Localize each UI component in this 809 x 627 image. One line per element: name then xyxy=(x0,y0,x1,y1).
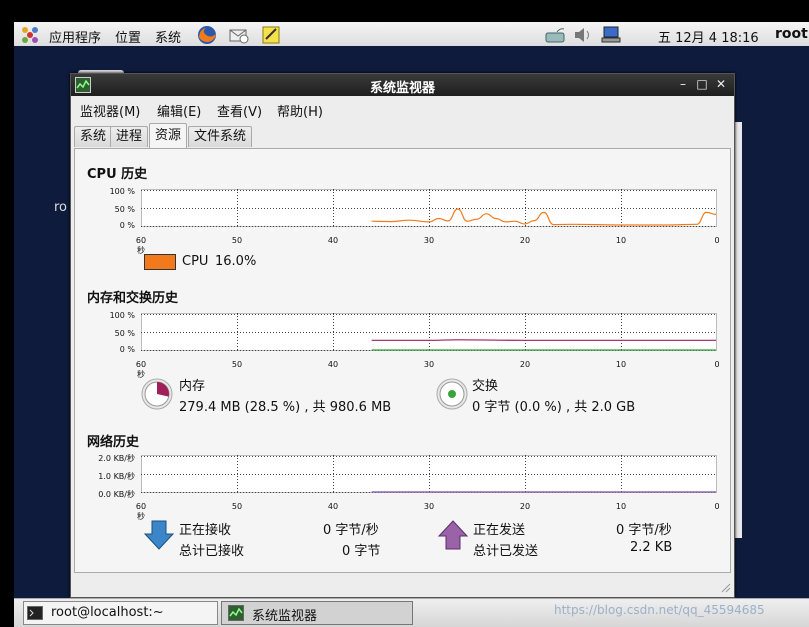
menu-monitor[interactable]: 监视器(M) xyxy=(80,101,140,120)
x-tick-label: 0 xyxy=(714,360,720,369)
network-history-chart xyxy=(141,455,717,493)
memory-history-title: 内存和交换历史 xyxy=(87,291,179,306)
swap-pie-icon[interactable] xyxy=(436,378,468,410)
tab-bar: 系统 进程 资源 文件系统 xyxy=(71,122,734,148)
total-received-value: 0 字节 xyxy=(342,544,381,559)
taskbar-item-label: 系统监视器 xyxy=(252,609,318,624)
network-manager-icon[interactable] xyxy=(544,25,566,45)
desktop-partial-text: ro xyxy=(54,200,68,215)
x-tick-label: 30 xyxy=(423,236,435,245)
cpu-color-swatch[interactable] xyxy=(144,254,176,270)
menu-edit[interactable]: 编辑(E) xyxy=(157,101,201,120)
taskbar-item-system-monitor[interactable]: 系统监视器 xyxy=(221,601,413,625)
bottom-panel: root@localhost:~ 系统监视器 https://blog.csdn… xyxy=(14,598,809,627)
cpu-x-axis: 60 秒 50 40 30 20 10 0 xyxy=(131,236,727,255)
system-monitor-window: 系统监视器 – □ ✕ 监视器(M) 编辑(E) 查看(V) 帮助(H) 系统 … xyxy=(70,73,735,598)
firefox-icon[interactable] xyxy=(196,25,218,45)
resize-grip[interactable] xyxy=(721,582,731,593)
x-tick-label: 50 xyxy=(231,502,243,511)
network-x-axis: 60 秒 50 40 30 20 10 0 xyxy=(131,502,727,521)
x-tick-label: 0 xyxy=(714,502,720,511)
memory-pie-icon[interactable] xyxy=(141,378,173,410)
memory-y-tick: 100 % xyxy=(109,311,135,320)
memory-history-chart xyxy=(141,313,717,351)
x-tick-label: 20 xyxy=(519,360,531,369)
menu-view[interactable]: 查看(V) xyxy=(217,101,262,120)
close-button[interactable]: ✕ xyxy=(714,77,728,91)
x-tick-label: 40 xyxy=(327,502,339,511)
menu-help[interactable]: 帮助(H) xyxy=(277,101,323,120)
taskbar-item-terminal[interactable]: root@localhost:~ xyxy=(23,601,218,625)
volume-icon[interactable] xyxy=(572,25,594,45)
memory-value: 279.4 MB (28.5 %) , 共 980.6 MB xyxy=(179,400,392,415)
x-tick-label: 50 xyxy=(231,236,243,245)
maximize-button[interactable]: □ xyxy=(695,77,709,91)
network-y-tick: 2.0 KB/秒 xyxy=(98,454,135,463)
x-tick-label: 60 秒 xyxy=(135,236,147,255)
memory-x-axis: 60 秒 50 40 30 20 10 0 xyxy=(131,360,727,379)
mail-icon[interactable] xyxy=(228,25,250,45)
gnome-foot-icon[interactable] xyxy=(20,25,40,45)
watermark-text: https://blog.csdn.net/qq_45594685 xyxy=(554,603,765,617)
series-line-0 xyxy=(371,339,716,341)
tab-processes[interactable]: 进程 xyxy=(110,126,149,147)
tab-system[interactable]: 系统 xyxy=(74,126,113,147)
x-tick-label: 60 秒 xyxy=(135,360,147,379)
memory-label: 内存 xyxy=(179,379,206,394)
x-tick-label: 40 xyxy=(327,360,339,369)
network-y-tick: 0.0 KB/秒 xyxy=(98,490,135,499)
tab-file-systems[interactable]: 文件系统 xyxy=(188,126,253,147)
x-tick-label: 10 xyxy=(615,360,627,369)
top-panel: 应用程序 位置 系统 五 12月 4 18:16 root xyxy=(14,22,809,49)
network-y-tick: 1.0 KB/秒 xyxy=(98,472,135,481)
cpu-legend-value: 16.0% xyxy=(215,254,257,269)
x-tick-label: 50 xyxy=(231,360,243,369)
x-tick-label: 30 xyxy=(423,502,435,511)
terminal-icon xyxy=(27,605,43,621)
notes-icon[interactable] xyxy=(260,25,282,45)
minimize-button[interactable]: – xyxy=(676,77,690,91)
receiving-value: 0 字节/秒 xyxy=(323,523,379,538)
x-tick-label: 10 xyxy=(615,236,627,245)
cpu-legend-label: CPU xyxy=(182,254,209,269)
sending-label: 正在发送 xyxy=(473,523,526,538)
menu-places[interactable]: 位置 xyxy=(115,27,141,46)
tab-resources[interactable]: 资源 xyxy=(149,123,188,148)
cpu-y-tick: 0 % xyxy=(119,221,135,230)
upload-arrow-icon xyxy=(437,519,469,551)
taskbar-item-label: root@localhost:~ xyxy=(51,605,164,620)
swap-label: 交换 xyxy=(472,379,499,394)
network-history-title: 网络历史 xyxy=(87,435,140,450)
cpu-history-title: CPU 历史 xyxy=(87,167,148,182)
clock[interactable]: 五 12月 4 18:16 xyxy=(658,27,759,46)
total-sent-label: 总计已发送 xyxy=(473,544,539,559)
x-tick-label: 30 xyxy=(423,360,435,369)
x-tick-label: 20 xyxy=(519,236,531,245)
memory-y-tick: 0 % xyxy=(119,345,135,354)
resources-panel: CPU 历史 100 % 50 % 0 % 60 秒 50 40 30 20 10 0 CP… xyxy=(74,148,731,573)
total-received-label: 总计已接收 xyxy=(179,544,245,559)
cpu-y-tick: 50 % xyxy=(114,205,135,214)
receiving-label: 正在接收 xyxy=(179,523,232,538)
x-tick-label: 0 xyxy=(714,236,720,245)
memory-y-tick: 50 % xyxy=(114,329,135,338)
titlebar[interactable]: 系统监视器 – □ ✕ xyxy=(71,74,734,96)
total-sent-value: 2.2 KB xyxy=(630,540,673,555)
system-monitor-icon xyxy=(228,605,244,621)
x-tick-label: 10 xyxy=(615,502,627,511)
menu-system[interactable]: 系统 xyxy=(155,27,181,46)
sending-value: 0 字节/秒 xyxy=(616,523,672,538)
cpu-y-tick: 100 % xyxy=(109,187,135,196)
menu-applications[interactable]: 应用程序 xyxy=(49,27,101,46)
network-status-icon[interactable] xyxy=(600,25,622,45)
x-tick-label: 20 xyxy=(519,502,531,511)
user-name[interactable]: root xyxy=(775,26,808,42)
x-tick-label: 40 xyxy=(327,236,339,245)
cpu-history-chart xyxy=(141,189,717,227)
window-title: 系统监视器 xyxy=(369,81,435,96)
swap-value: 0 字节 (0.0 %) , 共 2.0 GB xyxy=(472,400,636,415)
menubar: 监视器(M) 编辑(E) 查看(V) 帮助(H) xyxy=(71,96,734,120)
download-arrow-icon xyxy=(143,519,175,551)
